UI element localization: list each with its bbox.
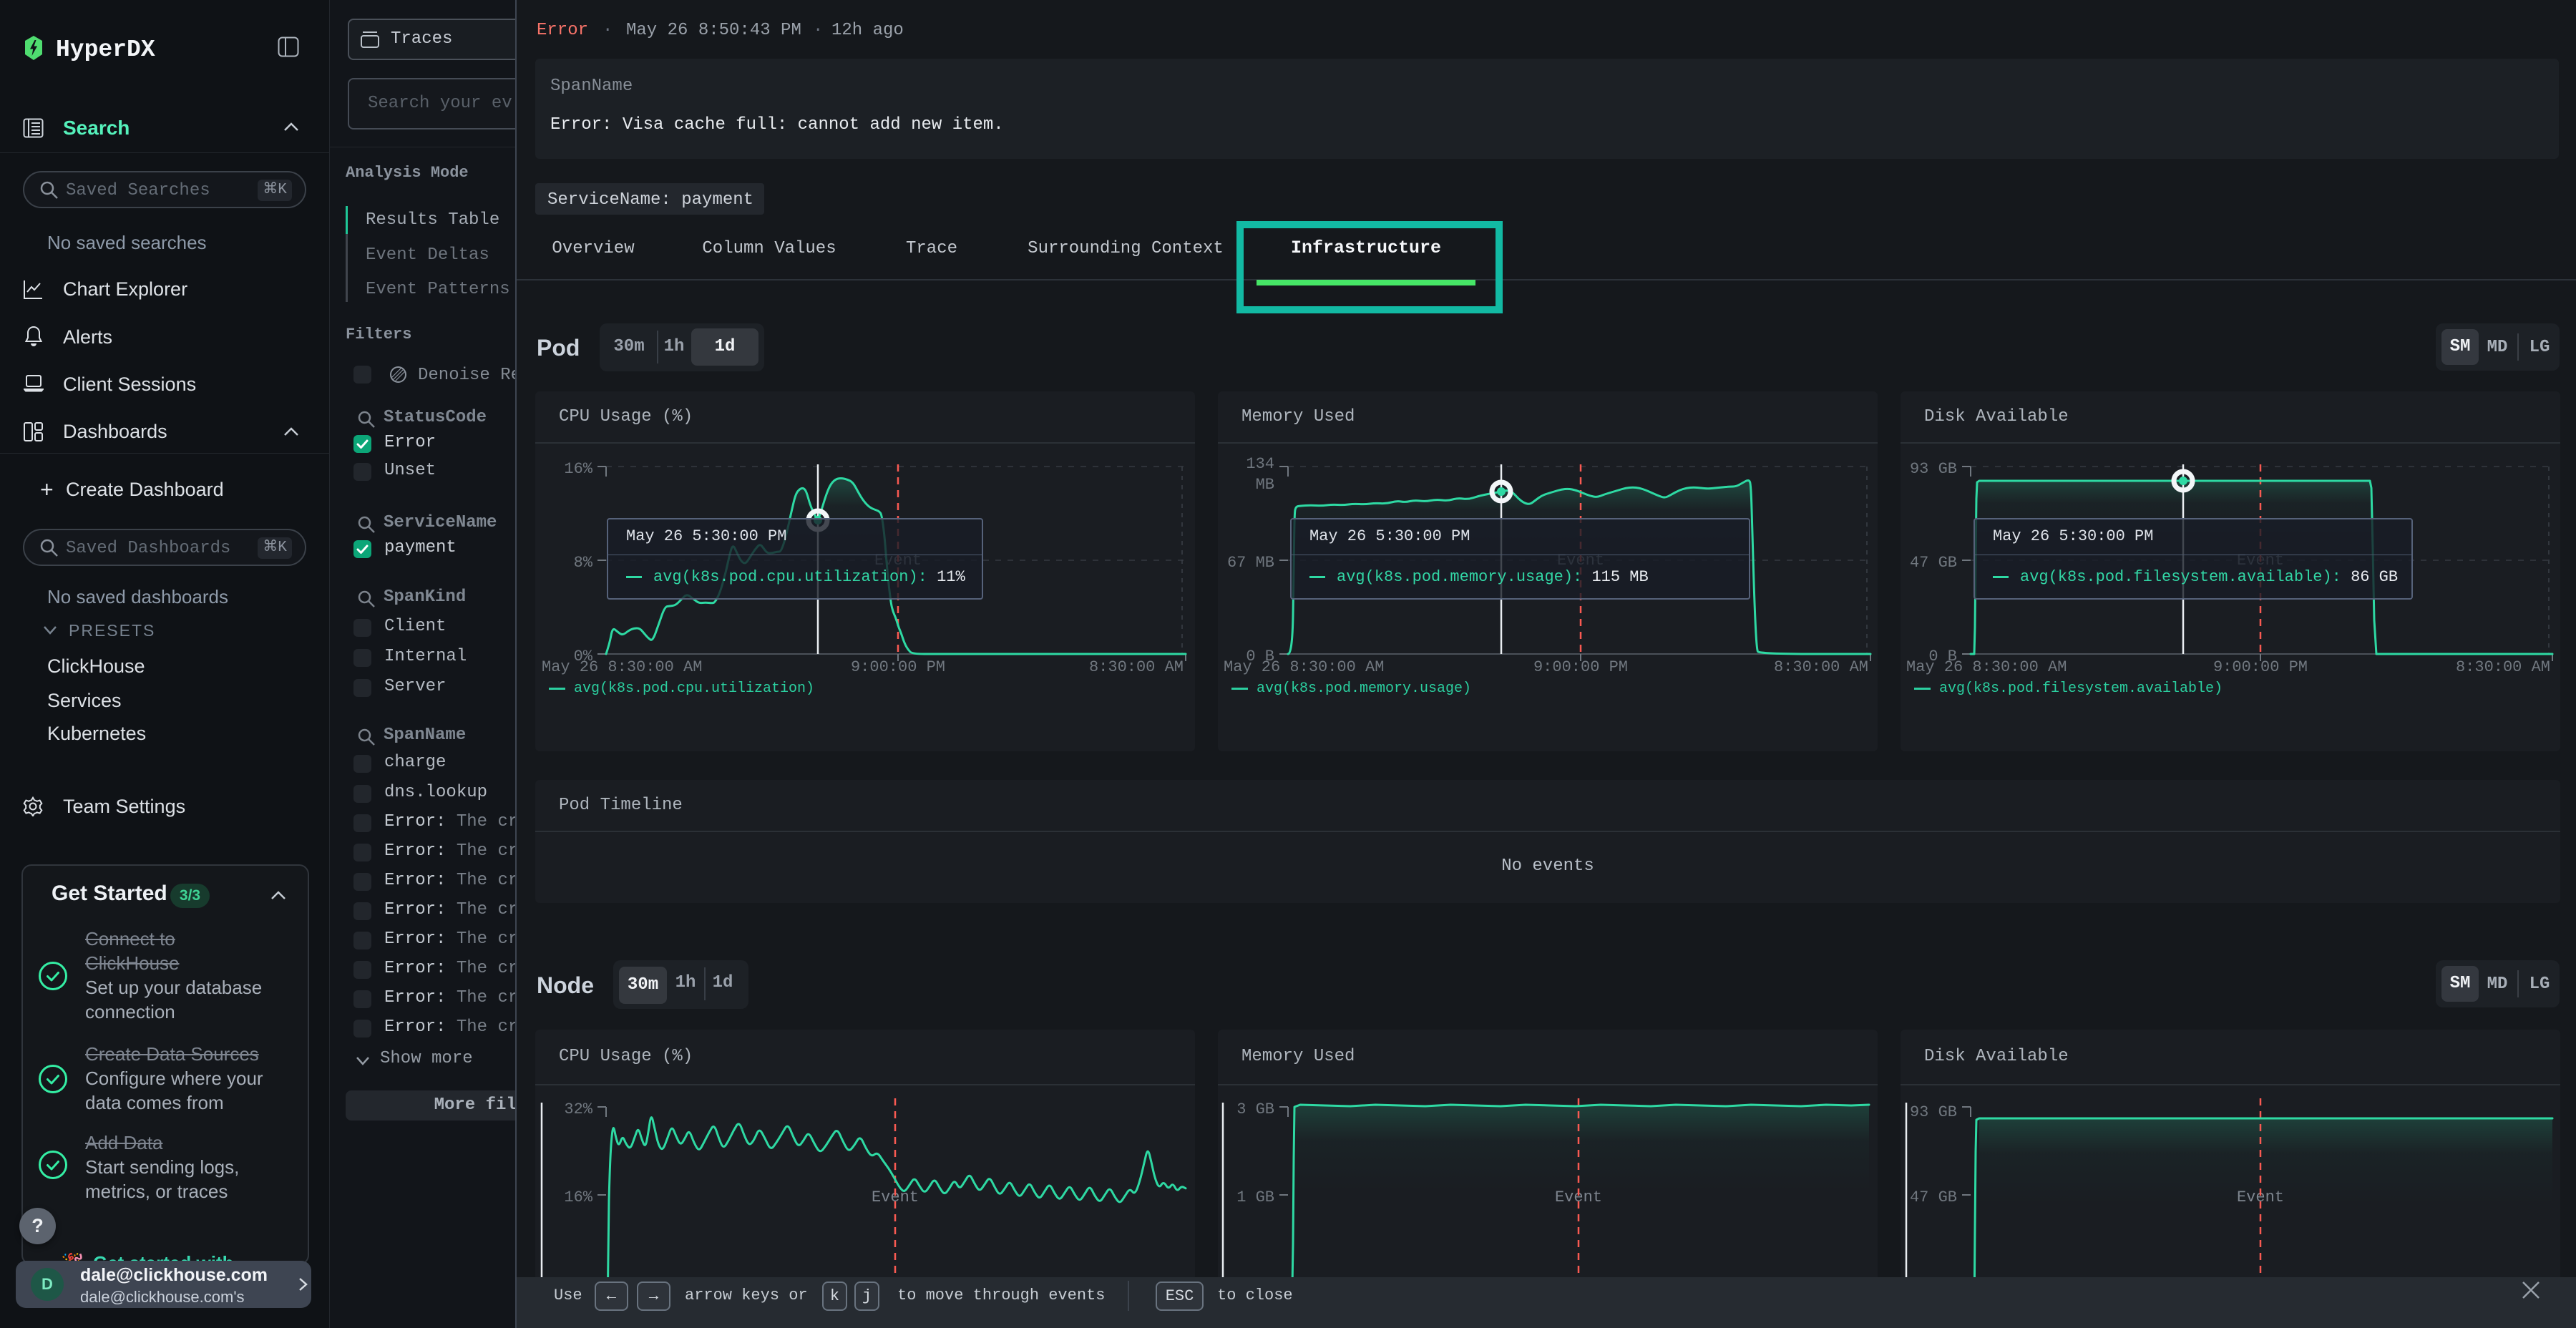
svg-text:16%: 16% — [564, 1188, 592, 1206]
svg-text:May 26 8:30:00 AM: May 26 8:30:00 AM — [1906, 658, 2067, 676]
svg-text:134: 134 — [1246, 455, 1274, 473]
svg-text:MB: MB — [1256, 476, 1274, 494]
svg-text:32%: 32% — [564, 1100, 592, 1118]
svg-text:47 GB: 47 GB — [1910, 1188, 1957, 1206]
svg-text:47 GB: 47 GB — [1910, 554, 1957, 572]
svg-text:93 GB: 93 GB — [1910, 460, 1957, 478]
svg-text:9:00:00 PM: 9:00:00 PM — [851, 658, 945, 676]
svg-text:8:30:00 AM: 8:30:00 AM — [1774, 658, 1868, 676]
svg-text:93 GB: 93 GB — [1910, 1103, 1957, 1121]
svg-text:16%: 16% — [564, 460, 592, 478]
svg-text:3 GB: 3 GB — [1236, 1100, 1274, 1118]
svg-text:1 GB: 1 GB — [1236, 1188, 1274, 1206]
svg-text:67 MB: 67 MB — [1227, 554, 1274, 572]
svg-text:9:00:00 PM: 9:00:00 PM — [1533, 658, 1628, 676]
svg-text:May 26 8:30:00 AM: May 26 8:30:00 AM — [542, 658, 702, 676]
svg-text:8:30:00 AM: 8:30:00 AM — [2456, 658, 2550, 676]
svg-text:9:00:00 PM: 9:00:00 PM — [2213, 658, 2308, 676]
svg-text:8:30:00 AM: 8:30:00 AM — [1089, 658, 1184, 676]
svg-text:8%: 8% — [574, 554, 593, 572]
svg-text:May 26 8:30:00 AM: May 26 8:30:00 AM — [1224, 658, 1384, 676]
